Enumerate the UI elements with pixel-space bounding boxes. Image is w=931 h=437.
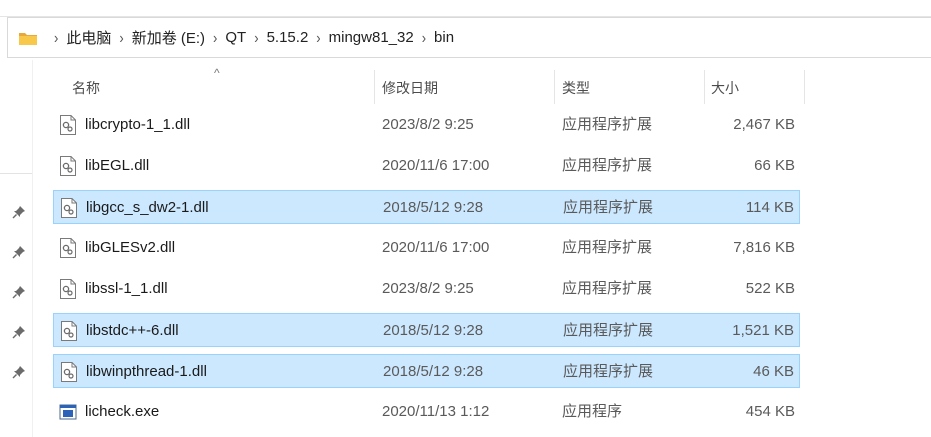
column-header-size[interactable]: 大小 — [711, 70, 739, 104]
file-name: libstdc++-6.dll — [86, 322, 179, 339]
chevron-right-icon[interactable]: › — [213, 29, 217, 47]
breadcrumb-this-pc[interactable]: 此电脑 — [66, 27, 111, 48]
chevron-right-icon[interactable]: › — [54, 29, 58, 47]
dll-file-icon — [60, 279, 76, 299]
file-date: 2023/8/2 9:25 — [382, 280, 474, 297]
file-type: 应用程序扩展 — [562, 280, 653, 297]
file-size: 2,467 KB — [733, 116, 795, 133]
file-size: 522 KB — [745, 280, 795, 297]
file-name: libEGL.dll — [85, 157, 150, 174]
file-row[interactable]: libstdc++-6.dll 2018/5/12 9:28 应用程序扩展 1,521… — [53, 313, 800, 347]
dll-file-icon — [61, 362, 77, 382]
column-header-type[interactable]: 类型 — [562, 70, 590, 104]
pin-icon[interactable] — [12, 245, 26, 259]
chevron-right-icon[interactable]: › — [254, 29, 258, 47]
breadcrumb-bin[interactable]: bin — [434, 29, 454, 46]
dll-file-icon — [61, 198, 77, 218]
file-type: 应用程序扩展 — [562, 157, 653, 174]
column-header-date[interactable]: 修改日期 — [382, 70, 438, 104]
breadcrumb-volume-e[interactable]: 新加卷 (E:) — [132, 27, 205, 48]
window-top-strip — [0, 0, 931, 17]
column-divider[interactable] — [554, 70, 555, 104]
file-type: 应用程序扩展 — [563, 363, 654, 380]
file-date: 2020/11/6 17:00 — [382, 157, 490, 174]
file-name: libssl-1_1.dll — [85, 280, 168, 297]
file-name: licheck.exe — [85, 403, 160, 420]
divider — [0, 173, 33, 174]
file-date: 2018/5/12 9:28 — [383, 363, 484, 380]
file-name: libGLESv2.dll — [85, 239, 176, 256]
dll-file-icon — [61, 321, 77, 341]
file-row[interactable]: libcrypto-1_1.dll 2023/8/2 9:25 应用程序扩展 2,46… — [53, 108, 800, 142]
column-divider[interactable] — [804, 70, 805, 104]
column-divider[interactable] — [704, 70, 705, 104]
file-row[interactable]: libEGL.dll 2020/11/6 17:00 应用程序扩展 66 KB — [53, 149, 800, 183]
file-type: 应用程序扩展 — [562, 116, 653, 133]
file-row[interactable]: libwinpthread-1.dll 2018/5/12 9:28 应用程序扩展 4… — [53, 354, 800, 388]
file-date: 2018/5/12 9:28 — [383, 322, 484, 339]
dll-file-icon — [60, 115, 76, 135]
pin-icon[interactable] — [12, 365, 26, 379]
file-type: 应用程序扩展 — [563, 322, 654, 339]
folder-icon — [19, 32, 37, 45]
column-header-row: ^ 名称 修改日期 类型 大小 — [33, 66, 931, 104]
sort-up-icon: ^ — [214, 66, 220, 80]
chevron-right-icon[interactable]: › — [316, 29, 320, 47]
file-row[interactable]: libssl-1_1.dll 2023/8/2 9:25 应用程序扩展 522 KB — [53, 272, 800, 306]
file-date: 2018/5/12 9:28 — [383, 199, 484, 216]
file-size: 114 KB — [745, 199, 794, 216]
breadcrumb-version[interactable]: 5.15.2 — [267, 29, 309, 46]
file-type: 应用程序扩展 — [563, 199, 654, 216]
file-size: 46 KB — [753, 363, 794, 380]
file-type: 应用程序 — [562, 403, 623, 420]
address-bar[interactable]: › 此电脑 › 新加卷 (E:) › QT › 5.15.2 › mingw81… — [7, 17, 931, 58]
breadcrumb-mingw[interactable]: mingw81_32 — [329, 29, 414, 46]
file-size: 7,816 KB — [733, 239, 795, 256]
file-size: 1,521 KB — [732, 322, 794, 339]
file-size: 66 KB — [754, 157, 795, 174]
file-date: 2020/11/6 17:00 — [382, 239, 490, 256]
pin-icon[interactable] — [12, 325, 26, 339]
file-date: 2020/11/13 1:12 — [382, 403, 490, 420]
pane-border — [32, 60, 33, 437]
pin-icon[interactable] — [12, 285, 26, 299]
file-type: 应用程序扩展 — [562, 239, 653, 256]
file-name: libcrypto-1_1.dll — [85, 116, 191, 133]
file-date: 2023/8/2 9:25 — [382, 116, 474, 133]
column-header-name[interactable]: 名称 — [72, 70, 100, 104]
file-row[interactable]: libgcc_s_dw2-1.dll 2018/5/12 9:28 应用程序扩展 11… — [53, 190, 800, 224]
file-name: libwinpthread-1.dll — [86, 363, 207, 380]
pin-icon[interactable] — [12, 205, 26, 219]
navigation-pane — [0, 60, 33, 437]
file-name: libgcc_s_dw2-1.dll — [86, 199, 209, 216]
dll-file-icon — [60, 156, 76, 176]
breadcrumb-qt[interactable]: QT — [225, 29, 246, 46]
file-row[interactable]: libGLESv2.dll 2020/11/6 17:00 应用程序扩展 7,816 … — [53, 231, 800, 265]
column-divider[interactable] — [374, 70, 375, 104]
dll-file-icon — [60, 238, 76, 258]
file-row[interactable]: licheck.exe 2020/11/13 1:12 应用程序 454 KB — [53, 395, 800, 429]
chevron-right-icon[interactable]: › — [422, 29, 426, 47]
file-size: 454 KB — [745, 403, 795, 420]
exe-file-icon — [59, 404, 77, 420]
chevron-right-icon[interactable]: › — [119, 29, 123, 47]
